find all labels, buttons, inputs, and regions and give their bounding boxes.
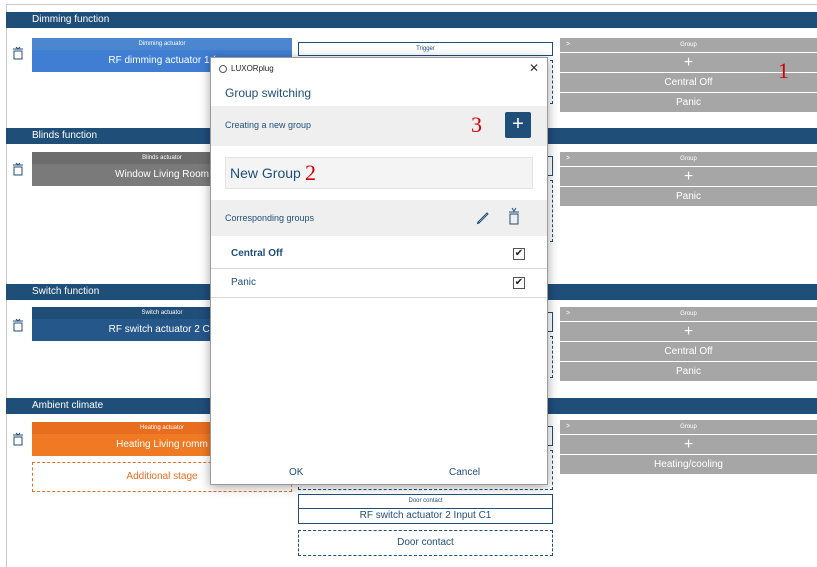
group-item-panic[interactable]: Panic — [560, 361, 817, 381]
pencil-icon[interactable] — [475, 209, 491, 225]
ok-button[interactable]: OK — [289, 467, 303, 478]
add-group-button[interactable]: + — [505, 112, 531, 138]
section-dimming: Dimming function — [6, 12, 817, 28]
expand-arrow-icon[interactable]: > — [566, 38, 570, 52]
group-panel-switch: > Group + Central Off Panic — [560, 307, 817, 381]
group-checkbox[interactable]: ✔ — [513, 277, 525, 289]
annotation-1: 1 — [778, 58, 789, 83]
group-name-field-wrap — [225, 157, 533, 189]
group-item-panic[interactable]: Panic — [560, 92, 817, 112]
corresponding-groups-row: Corresponding groups — [211, 200, 547, 236]
group-checkbox[interactable]: ✔ — [513, 248, 525, 260]
dialog-heading: Group switching — [225, 86, 312, 100]
group-panel-blinds: > Group + Panic — [560, 152, 817, 206]
group-item-central-off[interactable]: Central Off — [560, 341, 817, 361]
trash-icon[interactable] — [12, 432, 24, 446]
trigger-header: Trigger — [298, 42, 553, 56]
expand-arrow-icon[interactable]: > — [566, 152, 570, 166]
trash-icon[interactable] — [507, 206, 521, 226]
corresponding-groups-label: Corresponding groups — [225, 213, 315, 223]
group-switching-dialog: LUXORplug ✕ Group switching Creating a n… — [210, 57, 548, 485]
create-group-label: Creating a new group — [225, 120, 312, 130]
group-list-item[interactable]: Central Off ✔ — [211, 240, 547, 269]
group-list-item-label: Panic — [231, 277, 257, 288]
add-group-button[interactable]: + — [560, 434, 817, 454]
trash-icon[interactable] — [12, 162, 24, 176]
close-icon[interactable]: ✕ — [529, 61, 539, 75]
trash-icon[interactable] — [12, 318, 24, 332]
app-logo-icon — [219, 65, 227, 73]
group-header: Group — [680, 42, 697, 48]
cancel-button[interactable]: Cancel — [449, 467, 480, 478]
door-contact-slot[interactable]: Door contact — [298, 530, 553, 556]
annotation-3: 3 — [471, 112, 482, 137]
app-title: LUXORplug — [231, 64, 274, 73]
door-contact-header: Door contact — [298, 494, 553, 508]
group-header: Group — [680, 156, 697, 162]
create-group-row: Creating a new group 3 + — [211, 106, 547, 146]
group-panel-ambient: > Group + Heating/cooling — [560, 420, 817, 474]
dimming-actuator-header: Dimming actuator — [32, 38, 292, 50]
group-name-input[interactable] — [226, 158, 532, 188]
group-header: Group — [680, 311, 697, 317]
annotation-2: 2 — [305, 160, 316, 185]
expand-arrow-icon[interactable]: > — [566, 307, 570, 321]
trash-icon[interactable] — [12, 46, 24, 60]
group-item-panic[interactable]: Panic — [560, 186, 817, 206]
expand-arrow-icon[interactable]: > — [566, 420, 570, 434]
door-contact-sensor[interactable]: RF switch actuator 2 Input C1 — [298, 508, 553, 524]
group-list-item-label: Central Off — [231, 248, 283, 259]
add-group-button[interactable]: + — [560, 166, 817, 186]
dialog-titlebar: LUXORplug ✕ — [211, 58, 547, 80]
group-header: Group — [680, 424, 697, 430]
add-group-button[interactable]: + — [560, 321, 817, 341]
group-item-heating-cooling[interactable]: Heating/cooling — [560, 454, 817, 474]
group-list-item[interactable]: Panic ✔ — [211, 269, 547, 298]
